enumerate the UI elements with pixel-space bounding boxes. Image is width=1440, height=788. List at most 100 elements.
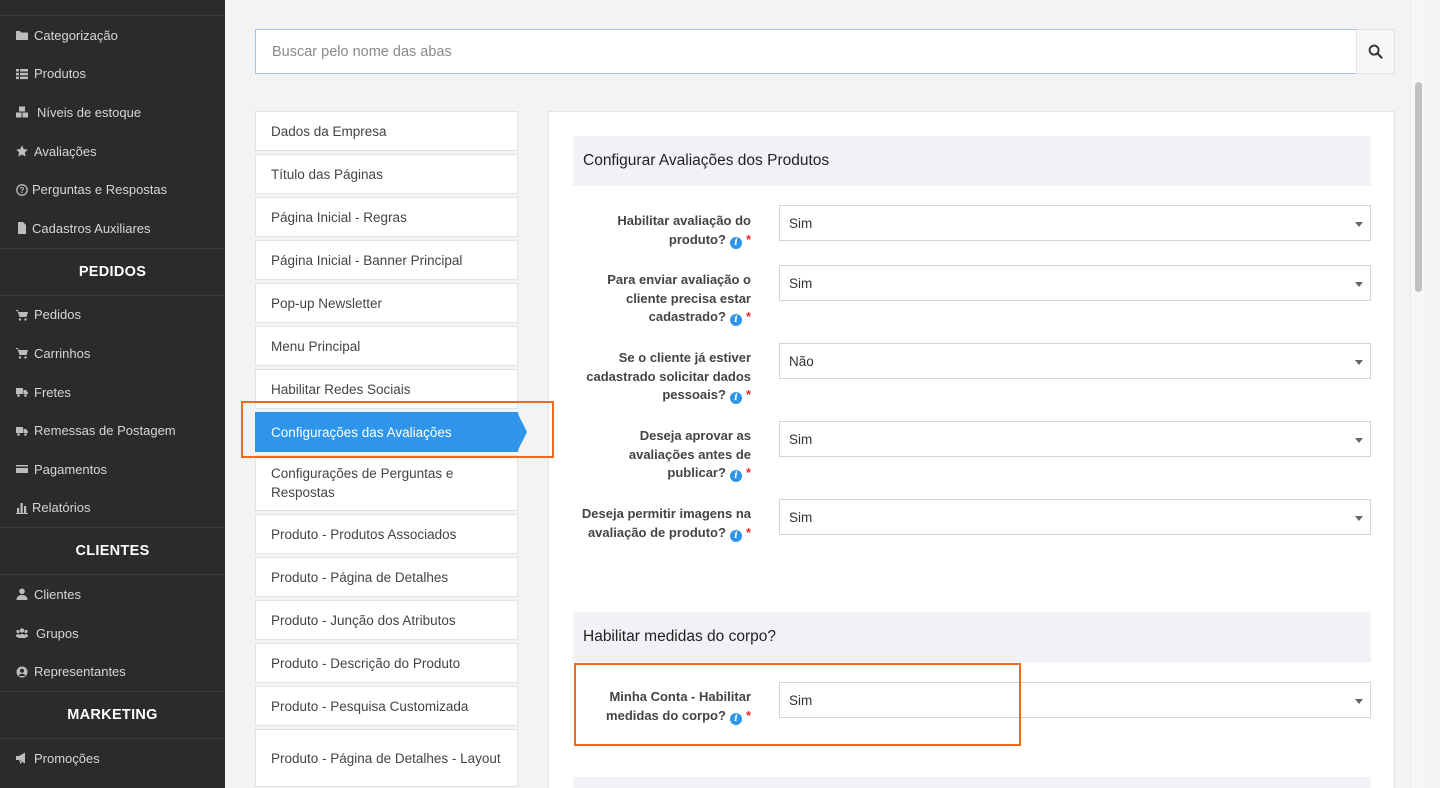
sidebar-item-niveis-estoque[interactable]: Níveis de estoque bbox=[0, 93, 225, 132]
tab-label: Página Inicial - Regras bbox=[271, 209, 407, 225]
sidebar-item-label: Avaliações bbox=[34, 143, 97, 159]
sidebar-item-promocoes[interactable]: Promoções bbox=[0, 739, 225, 778]
chevron-down-icon bbox=[1355, 699, 1363, 704]
user-circle-icon bbox=[15, 665, 29, 679]
tab-configuracoes-perguntas[interactable]: Configurações de Perguntas e Respostas bbox=[255, 455, 518, 511]
sidebar-item-relatorios[interactable]: Relatórios bbox=[0, 489, 225, 528]
users-icon bbox=[15, 626, 29, 640]
sidebar-item-label: Representantes bbox=[34, 664, 126, 680]
credit-card-icon bbox=[15, 462, 29, 476]
info-icon[interactable]: i bbox=[729, 529, 742, 542]
field-row: Minha Conta - Habilitar medidas do corpo… bbox=[573, 682, 1371, 732]
sidebar-item-cadastros-auxiliares[interactable]: Cadastros Auxiliares bbox=[0, 209, 225, 248]
sidebar-item-label: Fretes bbox=[34, 384, 71, 400]
tab-pagina-inicial-regras[interactable]: Página Inicial - Regras bbox=[255, 197, 518, 237]
field-label: Deseja permitir imagens na avaliação de … bbox=[571, 505, 751, 542]
sidebar-item-carrinhos[interactable]: Carrinhos bbox=[0, 334, 225, 373]
sidebar-item-representantes[interactable]: Representantes bbox=[0, 652, 225, 691]
field-label-text: Deseja permitir imagens na avaliação de … bbox=[581, 506, 751, 540]
sidebar-item-grupos[interactable]: Grupos bbox=[0, 614, 225, 653]
tab-menu-principal[interactable]: Menu Principal bbox=[255, 326, 518, 366]
sidebar: Categorização Produtos Níveis de estoque… bbox=[0, 0, 225, 788]
search-button[interactable] bbox=[1356, 29, 1395, 74]
tab-pagina-detalhes[interactable]: Produto - Página de Detalhes bbox=[255, 557, 518, 597]
file-icon bbox=[15, 221, 29, 235]
page-scrollbar[interactable] bbox=[1410, 0, 1425, 788]
field-label: Minha Conta - Habilitar medidas do corpo… bbox=[571, 688, 751, 725]
truck-icon bbox=[15, 385, 29, 399]
select-cliente-cadastrado[interactable]: Sim bbox=[779, 265, 1371, 301]
tab-pagina-detalhes-layout[interactable]: Produto - Página de Detalhes - Layout bbox=[255, 729, 518, 787]
user-icon bbox=[15, 587, 29, 601]
tab-produtos-associados[interactable]: Produto - Produtos Associados bbox=[255, 514, 518, 554]
info-icon[interactable]: i bbox=[729, 314, 742, 327]
tab-search-input[interactable] bbox=[255, 29, 1356, 74]
field-label-text: Se o cliente já estiver cadastrado solic… bbox=[586, 350, 751, 402]
folder-icon bbox=[15, 28, 29, 42]
tab-label: Configurações das Avaliações bbox=[271, 424, 452, 440]
required-marker: * bbox=[745, 524, 751, 540]
tab-label: Produto - Junção dos Atributos bbox=[271, 612, 456, 628]
sidebar-item-label: Carrinhos bbox=[34, 345, 91, 361]
sidebar-item-label: Clientes bbox=[34, 586, 81, 602]
field-row: Se o cliente já estiver cadastrado solic… bbox=[571, 343, 1371, 405]
sidebar-item-clientes[interactable]: Clientes bbox=[0, 575, 225, 614]
tab-label: Título das Páginas bbox=[271, 166, 383, 182]
tab-dados-empresa[interactable]: Dados da Empresa bbox=[255, 111, 518, 151]
tab-label: Pop-up Newsletter bbox=[271, 295, 383, 311]
settings-tab-list: Dados da Empresa Título das Páginas Pági… bbox=[255, 111, 527, 788]
required-marker: * bbox=[745, 707, 751, 723]
cart-icon bbox=[15, 308, 29, 322]
select-habilitar-avaliacao[interactable]: Sim bbox=[779, 205, 1371, 241]
field-label: Para enviar avaliação o cliente precisa … bbox=[571, 271, 751, 327]
tab-descricao-produto[interactable]: Produto - Descrição do Produto bbox=[255, 643, 518, 683]
star-icon bbox=[15, 144, 29, 158]
select-aprovar-avaliacoes[interactable]: Sim bbox=[779, 421, 1371, 457]
sidebar-item-label: Promoções bbox=[34, 750, 100, 766]
select-permitir-imagens[interactable]: Sim bbox=[779, 499, 1371, 535]
section-title-avaliacoes: Configurar Avaliações dos Produtos bbox=[573, 136, 1371, 186]
tab-pagina-inicial-banner[interactable]: Página Inicial - Banner Principal bbox=[255, 240, 518, 280]
sidebar-item-avaliacoes[interactable]: Avaliações bbox=[0, 132, 225, 171]
truck-icon bbox=[15, 424, 29, 438]
bar-chart-icon bbox=[15, 501, 29, 515]
scrollbar-thumb[interactable] bbox=[1415, 82, 1422, 292]
sidebar-heading-marketing: MARKETING bbox=[0, 690, 225, 739]
tab-label: Página Inicial - Banner Principal bbox=[271, 252, 463, 268]
sidebar-item-label: Níveis de estoque bbox=[37, 104, 142, 120]
sidebar-item-remessas[interactable]: Remessas de Postagem bbox=[0, 411, 225, 450]
tab-redes-sociais[interactable]: Habilitar Redes Sociais bbox=[255, 369, 518, 409]
tab-titulo-paginas[interactable]: Título das Páginas bbox=[255, 154, 518, 194]
tab-pesquisa-customizada[interactable]: Produto - Pesquisa Customizada bbox=[255, 686, 518, 726]
info-icon[interactable]: i bbox=[729, 712, 742, 725]
sidebar-item-label: Pagamentos bbox=[34, 461, 107, 477]
select-medidas-corpo[interactable]: Sim bbox=[779, 682, 1371, 718]
sidebar-item-label: Perguntas e Respostas bbox=[32, 182, 168, 198]
tab-label: Habilitar Redes Sociais bbox=[271, 381, 411, 397]
chevron-down-icon bbox=[1355, 360, 1363, 365]
chevron-down-icon bbox=[1355, 438, 1363, 443]
sidebar-item-label: Grupos bbox=[36, 625, 79, 641]
sidebar-heading-pedidos: PEDIDOS bbox=[0, 247, 225, 296]
field-label: Se o cliente já estiver cadastrado solic… bbox=[571, 349, 751, 405]
sidebar-item-categorizacao[interactable]: Categorização bbox=[0, 16, 225, 55]
sidebar-item-perguntas-respostas[interactable]: ? Perguntas e Respostas bbox=[0, 170, 225, 209]
select-value: Sim bbox=[789, 275, 813, 291]
select-dados-pessoais[interactable]: Não bbox=[779, 343, 1371, 379]
question-circle-icon: ? bbox=[15, 183, 29, 197]
sidebar-item-produtos[interactable]: Produtos bbox=[0, 55, 225, 94]
tab-popup-newsletter[interactable]: Pop-up Newsletter bbox=[255, 283, 518, 323]
info-icon[interactable]: i bbox=[729, 392, 742, 405]
tab-juncao-atributos[interactable]: Produto - Junção dos Atributos bbox=[255, 600, 518, 640]
select-value: Sim bbox=[789, 692, 813, 708]
sidebar-item-pagamentos[interactable]: Pagamentos bbox=[0, 450, 225, 489]
info-icon[interactable]: i bbox=[729, 236, 742, 249]
tab-label: Menu Principal bbox=[271, 338, 361, 354]
info-icon[interactable]: i bbox=[729, 470, 742, 483]
tab-configuracoes-avaliacoes[interactable]: Configurações das Avaliações bbox=[255, 412, 527, 452]
sidebar-item-fretes[interactable]: Fretes bbox=[0, 373, 225, 412]
sidebar-item-label: Remessas de Postagem bbox=[34, 423, 176, 439]
sidebar-item-label: Cadastros Auxiliares bbox=[32, 220, 151, 236]
sidebar-top-edge bbox=[0, 0, 225, 16]
sidebar-item-pedidos[interactable]: Pedidos bbox=[0, 296, 225, 335]
